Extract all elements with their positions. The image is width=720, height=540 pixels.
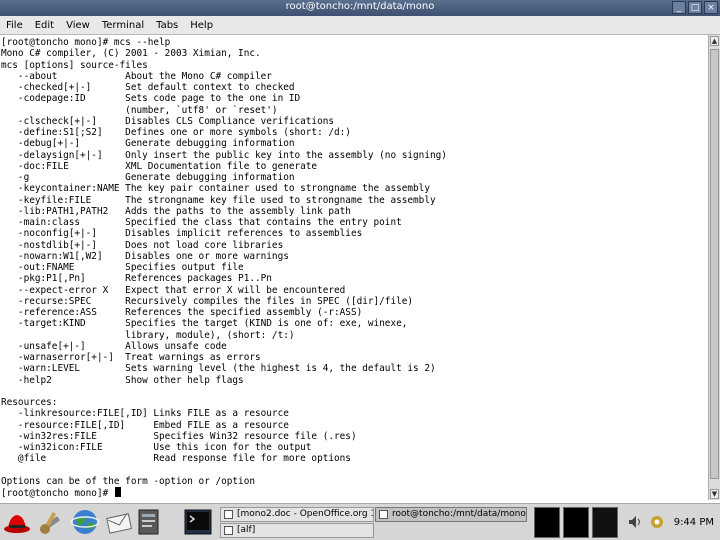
taskbar-item[interactable]: [alf] [220,523,374,538]
bottom-panel: [mono2.doc - OpenOffice.org 1.1. root@to… [0,503,720,540]
web-browser-icon[interactable] [70,507,100,537]
terminal-line: -doc:FILE XML Documentation file to gene… [1,160,318,172]
terminal-line: -recurse:SPEC Recursively compiles the f… [1,295,414,307]
terminal-output[interactable]: [root@toncho mono]# mcs --help Mono C# c… [0,35,708,500]
terminal-line: Resources: [1,397,58,408]
close-button[interactable]: × [704,1,718,14]
volume-icon[interactable] [628,515,642,529]
maximize-button[interactable]: □ [688,1,702,14]
menu-file[interactable]: File [0,20,29,31]
settings-tools-icon[interactable] [36,507,66,537]
terminal-line: (number, `utf8' or `reset') [1,104,278,116]
menu-help[interactable]: Help [184,20,219,31]
terminal-prompt: [root@toncho mono]# [1,488,114,499]
scroll-down-icon[interactable]: ▼ [710,489,719,499]
terminal-line: -clscheck[+|-] Disables CLS Compliance v… [1,115,335,127]
window-icon [224,526,233,535]
terminal-line: -resource:FILE[,ID] Embed FILE as a reso… [1,419,289,431]
email-icon[interactable] [104,507,134,537]
taskbar-item-label: [mono2.doc - OpenOffice.org 1.1. [237,509,374,519]
terminal-line: library, module), (short: /t:) [1,329,295,341]
terminal-icon[interactable] [184,507,212,537]
taskbar-item-active[interactable]: root@toncho:/mnt/data/mono [375,507,527,522]
terminal-line: -debug[+|-] Generate debugging informati… [1,138,295,150]
window-title: root@toncho:/mnt/data/mono [285,1,435,12]
menu-terminal[interactable]: Terminal [96,20,150,31]
scrollbar-thumb[interactable] [710,49,719,479]
office-writer-icon[interactable] [138,507,160,537]
terminal-line: -pkg:P1[,Pn] References packages P1..Pn [1,273,272,285]
document-icon [224,510,233,519]
terminal-line: -unsafe[+|-] Allows unsafe code [1,340,227,352]
taskbar-item-label: root@toncho:/mnt/data/mono [392,509,526,519]
terminal-line: @file Read response file for more option… [1,453,351,465]
terminal-line: -nowarn:W1[,W2] Disables one or more war… [1,250,289,262]
terminal-line: -warnaserror[+|-] Treat warnings as erro… [1,352,261,363]
terminal-line: -keyfile:FILE The strongname key file us… [1,194,436,206]
terminal-line: -win32icon:FILE Use this icon for the ou… [1,442,312,453]
terminal-scrollbar[interactable]: ▲ ▼ [708,35,720,500]
terminal-line: Options can be of the form -option or /o… [1,475,255,487]
scroll-up-icon[interactable]: ▲ [710,36,719,46]
terminal-line: -keycontainer:NAME The key pair containe… [1,183,430,195]
terminal-line: -main:class Specified the class that con… [1,217,402,228]
terminal-line: Mono C# compiler, (C) 2001 - 2003 Ximian… [1,48,261,60]
menu-tabs[interactable]: Tabs [150,20,184,31]
workspace-2[interactable] [563,507,589,538]
terminal-line: --expect-error X Expect that error X wil… [1,284,346,296]
terminal-line: -help2 Show other help flags [1,374,244,386]
terminal-line: -define:S1[;S2] Defines one or more symb… [1,127,351,138]
terminal-line: -linkresource:FILE[,ID] Links FILE as a … [1,408,289,420]
terminal-line: -reference:ASS References the specified … [1,307,363,318]
terminal-line: [root@toncho mono]# mcs --help [1,37,171,48]
terminal-line: -codepage:ID Sets code page to the one i… [1,93,301,105]
terminal-line: -lib:PATH1,PATH2 Adds the paths to the a… [1,205,351,217]
terminal-line: -target:KIND Specifies the target (KIND … [1,318,408,330]
taskbar-item[interactable]: [mono2.doc - OpenOffice.org 1.1. [220,507,374,522]
window-titlebar[interactable]: root@toncho:/mnt/data/mono _ □ × [0,0,720,16]
terminal-line: -nostdlib[+|-] Does not load core librar… [1,239,284,251]
terminal-line: -checked[+|-] Set default context to che… [1,82,295,93]
network-status-icon[interactable] [649,514,665,530]
menu-view[interactable]: View [60,20,96,31]
terminal-line: -delaysign[+|-] Only insert the public k… [1,149,447,161]
menu-edit[interactable]: Edit [29,20,60,31]
clock[interactable]: 9:44 PM [674,517,714,528]
terminal-icon [379,510,388,519]
taskbar-item-label: [alf] [237,525,256,535]
terminal-line: -warn:LEVEL Sets warning level (the high… [1,363,436,375]
terminal-line: -out:FNAME Specifies output file [1,262,244,273]
menubar: File Edit View Terminal Tabs Help [0,16,720,35]
workspace-1[interactable] [534,507,560,538]
minimize-button[interactable]: _ [672,1,686,14]
terminal-line: -g Generate debugging information [1,172,295,183]
workspace-3[interactable] [592,507,618,538]
text-cursor [114,487,121,497]
terminal-line: --about About the Mono C# compiler [1,70,272,82]
terminal-line: mcs [options] source-files [1,59,148,71]
terminal-line: -win32res:FILE Specifies Win32 resource … [1,430,357,442]
terminal-line: -noconfig[+|-] Disables implicit referen… [1,228,363,240]
redhat-menu-icon[interactable] [2,507,32,537]
